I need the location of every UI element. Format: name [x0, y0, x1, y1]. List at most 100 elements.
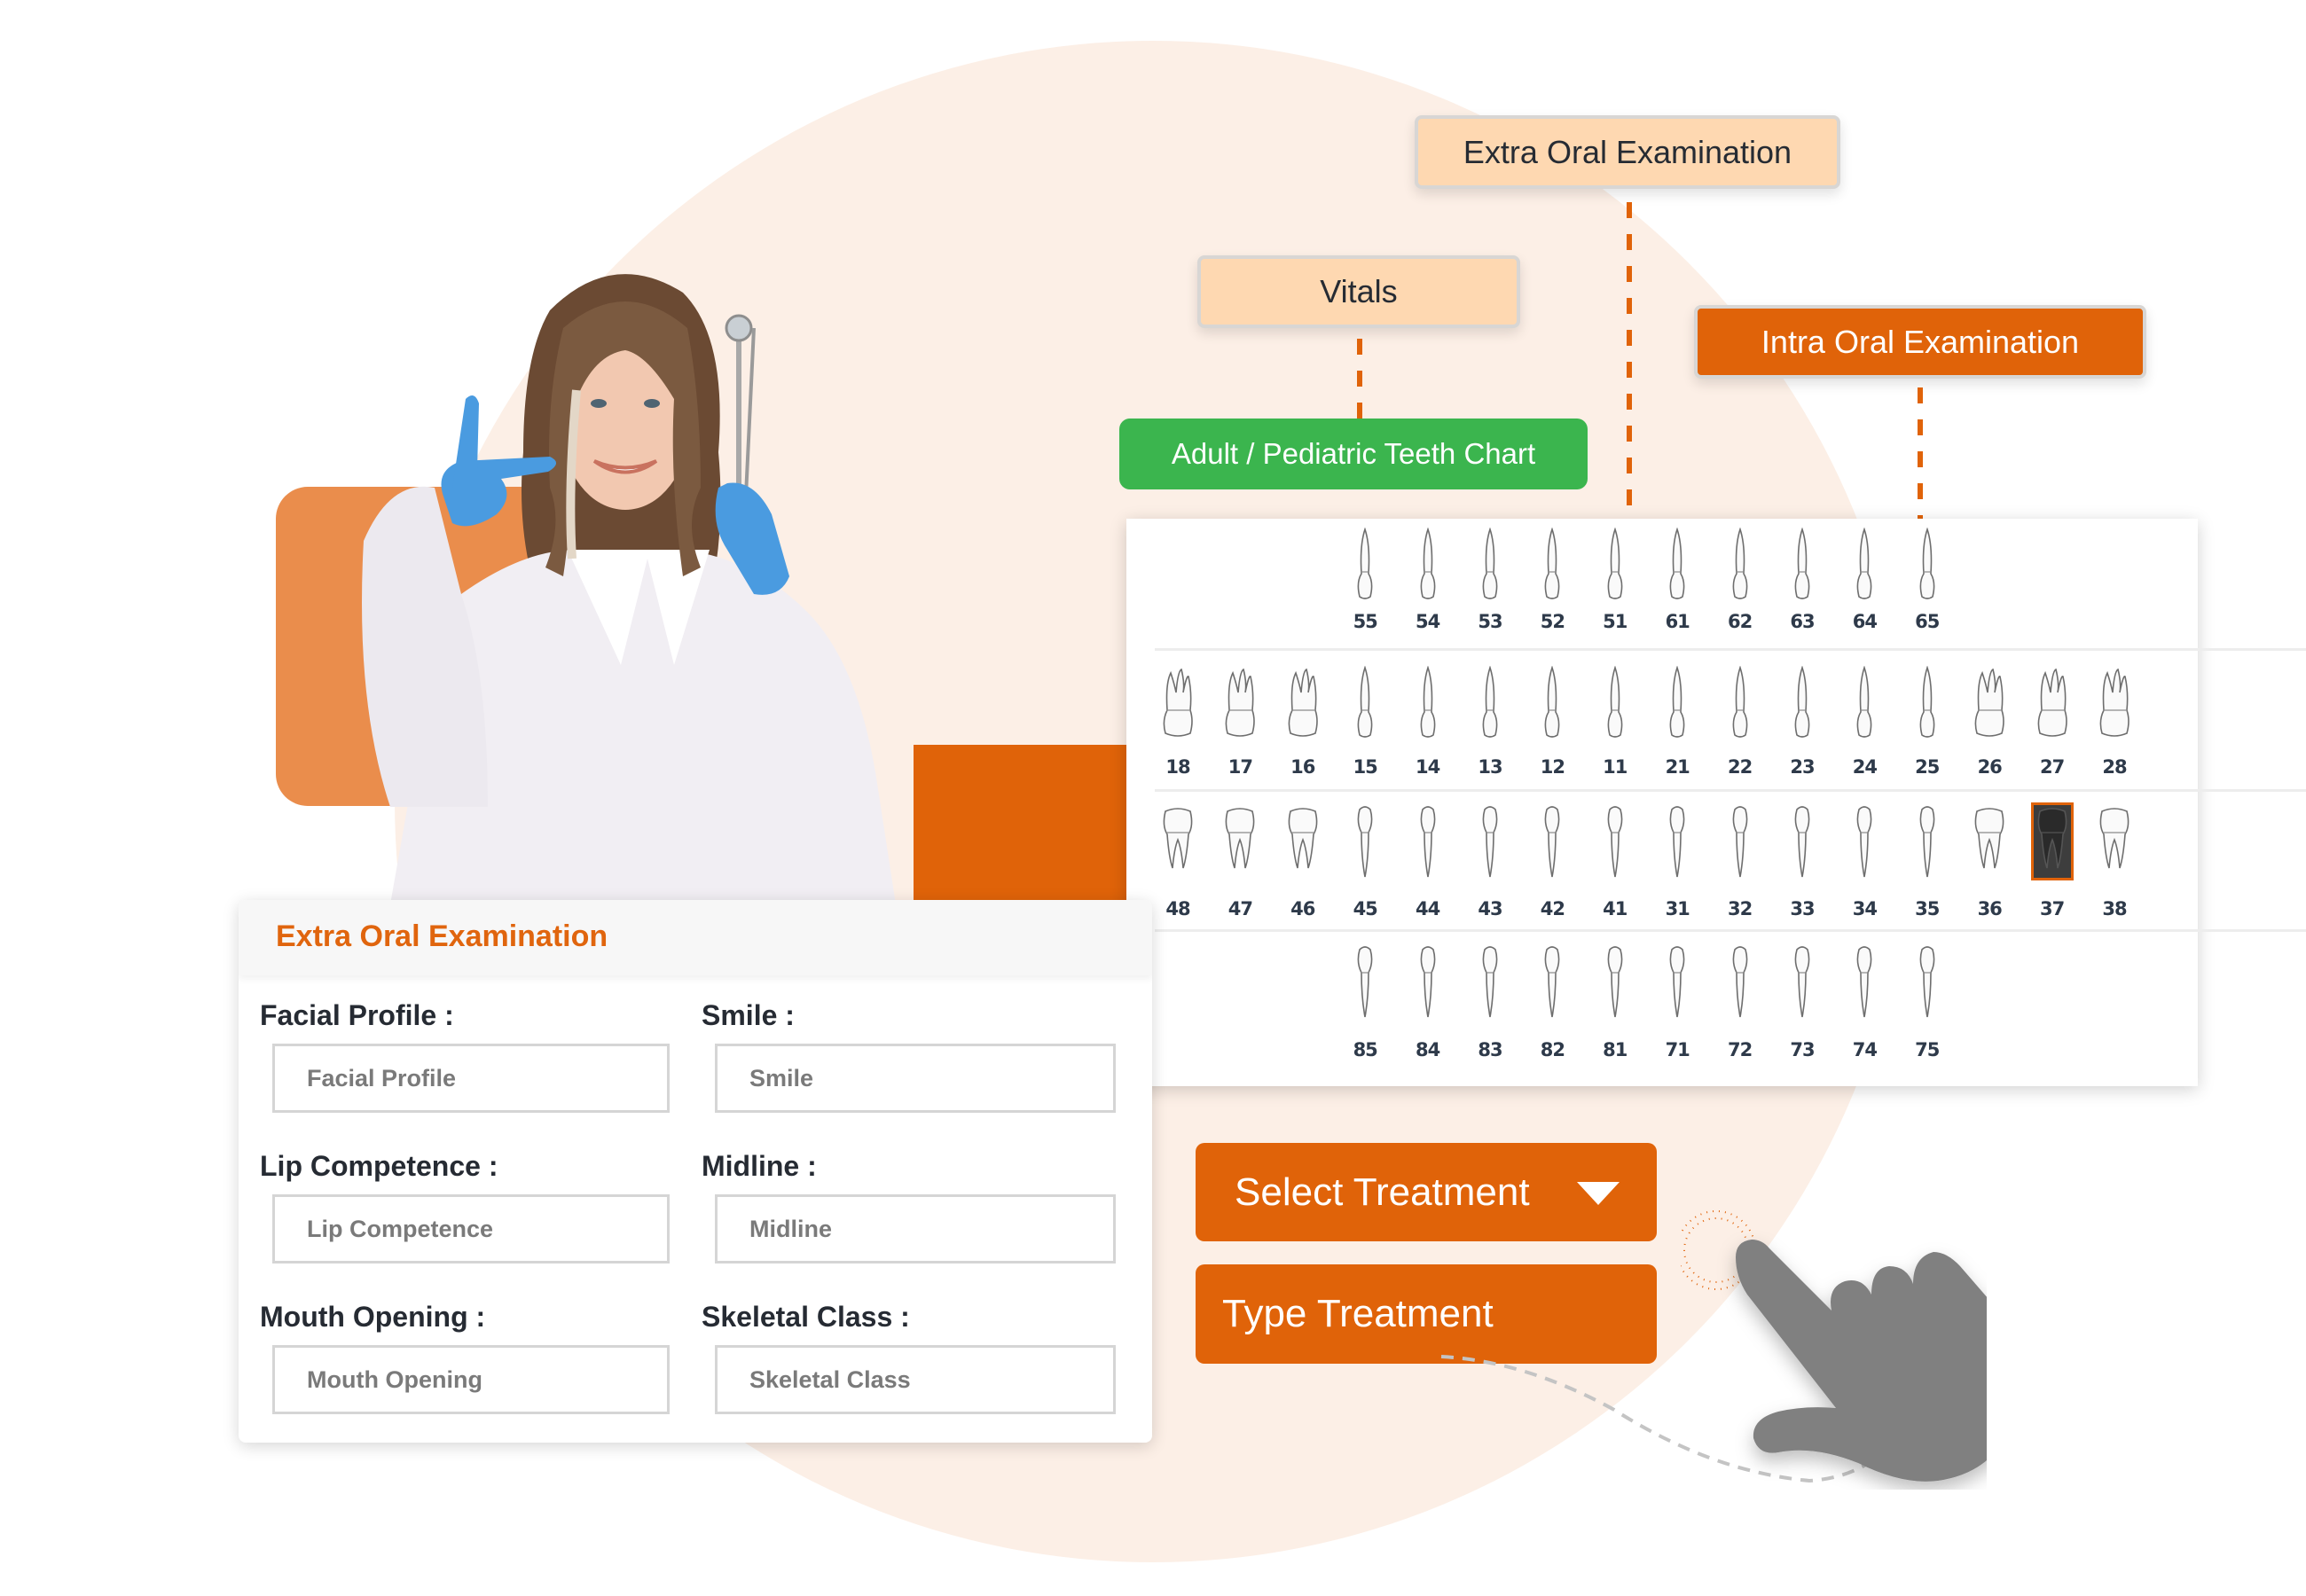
tag-vitals[interactable]: Vitals: [1197, 255, 1520, 328]
tooth-number-label: 17: [1228, 756, 1253, 778]
tooth-38[interactable]: [2090, 802, 2139, 880]
tooth-32[interactable]: [1715, 802, 1765, 880]
tooth-number-label: 32: [1727, 898, 1753, 919]
tooth-21[interactable]: [1652, 664, 1702, 742]
tooth-17[interactable]: [1215, 664, 1265, 742]
tooth-number-label: 16: [1290, 756, 1315, 778]
tag-intra-oral-examination[interactable]: Intra Oral Examination: [1694, 305, 2146, 379]
tooth-85[interactable]: [1340, 943, 1390, 1021]
tooth-24[interactable]: [1839, 664, 1889, 742]
tooth-27[interactable]: [2028, 664, 2077, 742]
tooth-36[interactable]: [1965, 802, 2014, 880]
tooth-25[interactable]: [1902, 664, 1952, 742]
tooth-number-label: 51: [1603, 611, 1628, 632]
tooth-34[interactable]: [1839, 802, 1889, 880]
tooth-31[interactable]: [1652, 802, 1702, 880]
tooth-55[interactable]: [1340, 526, 1390, 604]
tooth-82[interactable]: [1527, 943, 1577, 1021]
tooth-14[interactable]: [1403, 664, 1453, 742]
tooth-image: [1906, 526, 1949, 604]
tooth-image: [1407, 526, 1449, 604]
tooth-43[interactable]: [1465, 802, 1515, 880]
tooth-73[interactable]: [1777, 943, 1827, 1021]
tooth-number-label: 24: [1852, 756, 1878, 778]
tooth-image: [1719, 526, 1761, 604]
tooth-number-label: 65: [1915, 611, 1940, 632]
tooth-23[interactable]: [1777, 664, 1827, 742]
tooth-53[interactable]: [1465, 526, 1515, 604]
tooth-26[interactable]: [1965, 664, 2014, 742]
tooth-15[interactable]: [1340, 664, 1390, 742]
tooth-image: [1344, 943, 1386, 1021]
tooth-number-label: 81: [1603, 1039, 1628, 1060]
tag-teeth-chart[interactable]: Adult / Pediatric Teeth Chart: [1119, 419, 1588, 489]
tooth-45[interactable]: [1340, 802, 1390, 880]
tooth-number-label: 74: [1852, 1039, 1878, 1060]
tooth-number-label: 82: [1540, 1039, 1565, 1060]
tooth-51[interactable]: [1590, 526, 1640, 604]
tooth-number-label: 46: [1290, 898, 1315, 919]
tooth-number-label: 44: [1415, 898, 1440, 919]
skeletal-class-input[interactable]: Skeletal Class: [715, 1345, 1116, 1414]
tooth-22[interactable]: [1715, 664, 1765, 742]
tooth-63[interactable]: [1777, 526, 1827, 604]
tooth-81[interactable]: [1590, 943, 1640, 1021]
tooth-16[interactable]: [1278, 664, 1328, 742]
tooth-number-label: 55: [1353, 611, 1378, 632]
tooth-image: [2030, 802, 2074, 880]
tooth-image: [1906, 664, 1949, 742]
tooth-12[interactable]: [1527, 664, 1577, 742]
tooth-image: [1781, 664, 1824, 742]
tooth-number-label: 22: [1727, 756, 1753, 778]
tooth-74[interactable]: [1839, 943, 1889, 1021]
tooth-52[interactable]: [1527, 526, 1577, 604]
tooth-62[interactable]: [1715, 526, 1765, 604]
tooth-number-label: 47: [1228, 898, 1253, 919]
facial-profile-input[interactable]: Facial Profile: [272, 1044, 670, 1113]
mouth-opening-input[interactable]: Mouth Opening: [272, 1345, 670, 1414]
tooth-54[interactable]: [1403, 526, 1453, 604]
tooth-44[interactable]: [1403, 802, 1453, 880]
tooth-65[interactable]: [1902, 526, 1952, 604]
tooth-72[interactable]: [1715, 943, 1765, 1021]
tooth-18[interactable]: [1153, 664, 1203, 742]
select-treatment-dropdown[interactable]: Select Treatment: [1196, 1143, 1657, 1241]
connector-line: [1918, 387, 1923, 520]
tooth-11[interactable]: [1590, 664, 1640, 742]
tooth-35[interactable]: [1902, 802, 1952, 880]
tooth-37[interactable]: [2028, 802, 2077, 880]
tooth-image: [1344, 526, 1386, 604]
tooth-41[interactable]: [1590, 802, 1640, 880]
tooth-64[interactable]: [1839, 526, 1889, 604]
tooth-71[interactable]: [1652, 943, 1702, 1021]
tooth-46[interactable]: [1278, 802, 1328, 880]
tooth-42[interactable]: [1527, 802, 1577, 880]
tooth-84[interactable]: [1403, 943, 1453, 1021]
tooth-number-label: 34: [1852, 898, 1878, 919]
midline-input[interactable]: Midline: [715, 1194, 1116, 1264]
tooth-image: [1219, 802, 1261, 880]
tooth-number-label: 42: [1540, 898, 1565, 919]
smile-input[interactable]: Smile: [715, 1044, 1116, 1113]
tooth-number-label: 38: [2102, 898, 2127, 919]
tooth-13[interactable]: [1465, 664, 1515, 742]
mouth-opening-label: Mouth Opening :: [260, 1301, 486, 1333]
tooth-number-label: 14: [1415, 756, 1440, 778]
tooth-33[interactable]: [1777, 802, 1827, 880]
tooth-28[interactable]: [2090, 664, 2139, 742]
tooth-47[interactable]: [1215, 802, 1265, 880]
tag-extra-oral-examination[interactable]: Extra Oral Examination: [1415, 115, 1840, 189]
tooth-48[interactable]: [1153, 802, 1203, 880]
connector-line: [1357, 339, 1362, 419]
tooth-image: [1282, 664, 1324, 742]
tooth-61[interactable]: [1652, 526, 1702, 604]
tooth-image: [1344, 802, 1386, 880]
tooth-image: [1531, 664, 1573, 742]
smile-label: Smile :: [702, 999, 795, 1031]
tooth-75[interactable]: [1902, 943, 1952, 1021]
tooth-83[interactable]: [1465, 943, 1515, 1021]
tooth-number-label: 71: [1665, 1039, 1690, 1060]
tooth-number-label: 72: [1727, 1039, 1753, 1060]
tooth-number-label: 63: [1790, 611, 1815, 632]
lip-competence-input[interactable]: Lip Competence: [272, 1194, 670, 1264]
